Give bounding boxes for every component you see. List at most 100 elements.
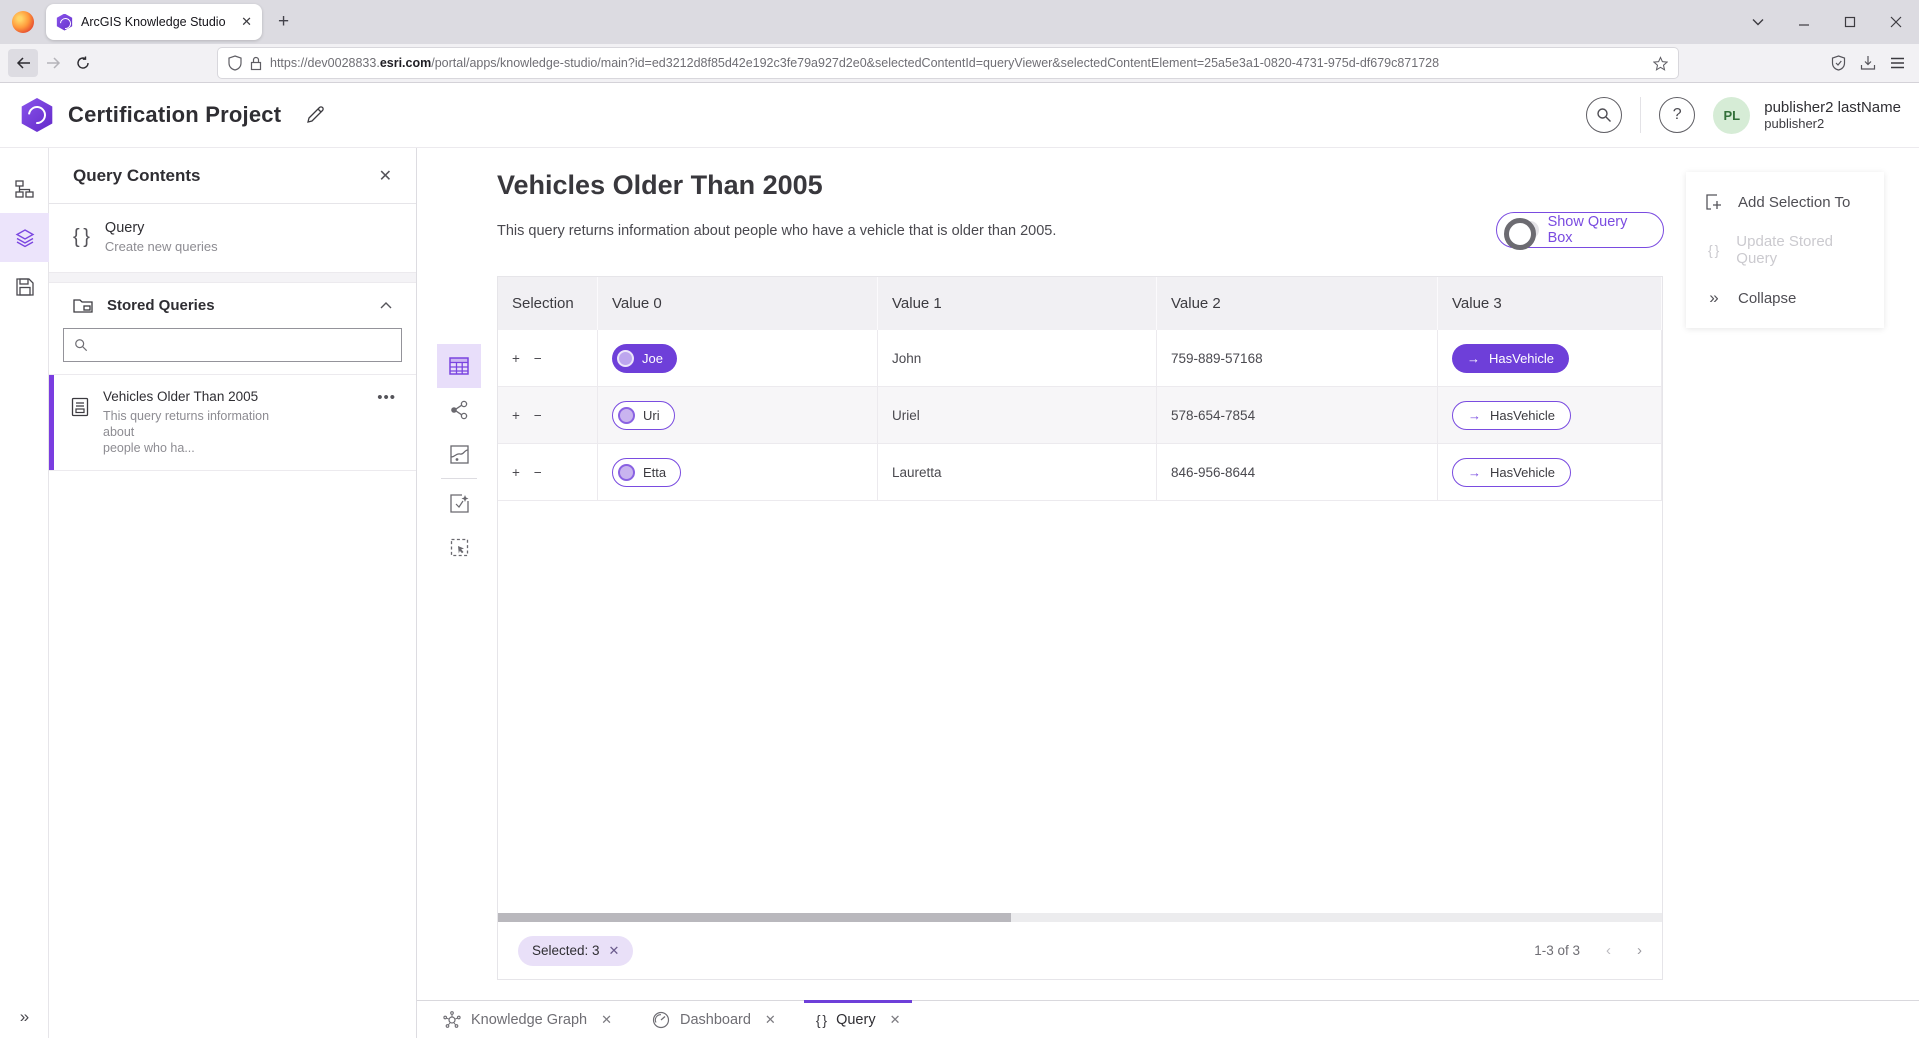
toggle-switch[interactable]: [1505, 221, 1539, 239]
stored-queries-header[interactable]: Stored Queries: [49, 283, 416, 324]
table-header-row: Selection Value 0 Value 1 Value 2 Value …: [498, 277, 1662, 330]
column-header[interactable]: Selection: [498, 277, 598, 330]
user-avatar[interactable]: PL: [1713, 97, 1750, 134]
more-options-icon[interactable]: •••: [377, 389, 396, 456]
panel-close-icon[interactable]: ✕: [379, 166, 392, 186]
window-controls: [1735, 0, 1919, 44]
close-tab-icon[interactable]: ✕: [890, 1012, 901, 1028]
bottom-tab-bar: Knowledge Graph ✕ Dashboard ✕ { } Query …: [417, 1000, 1919, 1038]
expand-selection-button[interactable]: +: [512, 408, 520, 423]
remove-selection-button[interactable]: −: [534, 351, 542, 366]
extensions-tray-icon[interactable]: [1860, 55, 1876, 71]
previous-page-button[interactable]: ‹: [1606, 942, 1611, 959]
project-title: Certification Project: [68, 102, 281, 128]
hamburger-menu-icon[interactable]: [1890, 57, 1905, 69]
browser-tab[interactable]: ArcGIS Knowledge Studio ✕: [46, 4, 262, 40]
add-to-map-button[interactable]: [437, 481, 481, 525]
selected-count-label: Selected: 3: [532, 943, 600, 958]
stored-query-item[interactable]: Vehicles Older Than 2005 This query retu…: [49, 374, 416, 471]
relationship-pill[interactable]: →HasVehicle: [1452, 401, 1571, 430]
column-header[interactable]: Value 0: [598, 277, 878, 330]
relationship-pill[interactable]: →HasVehicle: [1452, 344, 1569, 373]
menu-item-label: Update Stored Query: [1736, 233, 1866, 267]
tab-query[interactable]: { } Query ✕: [796, 1001, 921, 1038]
search-icon: [74, 338, 88, 352]
column-header[interactable]: Value 2: [1157, 277, 1438, 330]
add-to-map-icon: [450, 494, 469, 513]
hierarchy-icon: [15, 180, 34, 198]
bookmark-star-icon[interactable]: [1653, 56, 1668, 71]
cell-value[interactable]: Lauretta: [878, 444, 1157, 501]
lock-icon[interactable]: [250, 56, 262, 71]
firefox-icon[interactable]: [12, 11, 34, 33]
entity-pill[interactable]: Etta: [612, 458, 681, 487]
user-info[interactable]: publisher2 lastName publisher2: [1764, 99, 1901, 131]
account-shield-icon[interactable]: [1831, 55, 1846, 71]
relationship-pill[interactable]: →HasVehicle: [1452, 458, 1571, 487]
cell-value[interactable]: 759-889-57168: [1157, 330, 1438, 387]
table-row[interactable]: +− Etta Lauretta 846-956-8644 →HasVehicl…: [498, 444, 1662, 501]
help-button[interactable]: ?: [1659, 97, 1695, 133]
rail-data-model-button[interactable]: [0, 164, 49, 213]
scrollbar-thumb[interactable]: [498, 913, 1011, 922]
table-row[interactable]: +− Uri Uriel 578-654-7854 →HasVehicle: [498, 387, 1662, 444]
cell-value[interactable]: Uriel: [878, 387, 1157, 444]
search-button[interactable]: [1586, 97, 1622, 133]
close-window-button[interactable]: [1873, 0, 1919, 44]
menu-item-update-stored-query[interactable]: { } Update Stored Query: [1686, 226, 1884, 274]
results-table: Selection Value 0 Value 1 Value 2 Value …: [497, 276, 1663, 980]
entity-pill[interactable]: Joe: [612, 344, 677, 373]
table-row[interactable]: +− Joe John 759-889-57168 →HasVehicle: [498, 330, 1662, 387]
edit-title-pencil-icon[interactable]: [305, 105, 325, 125]
tracking-shield-icon[interactable]: [228, 55, 242, 71]
braces-icon: { }: [816, 1012, 826, 1028]
forward-button[interactable]: [38, 49, 68, 77]
query-list-item[interactable]: { } Query Create new queries: [49, 204, 416, 273]
add-selection-icon: [1705, 193, 1723, 211]
selected-count-chip[interactable]: Selected: 3 ✕: [518, 936, 633, 966]
menu-item-add-selection-to[interactable]: Add Selection To: [1686, 178, 1884, 226]
stored-queries-searchbox[interactable]: [63, 328, 402, 362]
next-page-button[interactable]: ›: [1637, 942, 1642, 959]
remove-selection-button[interactable]: −: [534, 408, 542, 423]
tab-close-icon[interactable]: ✕: [241, 14, 252, 30]
knowledge-studio-logo-icon[interactable]: [20, 98, 54, 132]
expand-selection-button[interactable]: +: [512, 351, 520, 366]
tab-dashboard[interactable]: Dashboard ✕: [632, 1001, 796, 1038]
close-tab-icon[interactable]: ✕: [765, 1012, 776, 1028]
url-field[interactable]: https://dev0028833.esri.com/portal/apps/…: [218, 48, 1678, 78]
cell-value[interactable]: 578-654-7854: [1157, 387, 1438, 444]
remove-selection-button[interactable]: −: [534, 465, 542, 480]
tab-knowledge-graph[interactable]: Knowledge Graph ✕: [423, 1001, 632, 1038]
reload-button[interactable]: [68, 49, 98, 77]
column-header[interactable]: Value 3: [1438, 277, 1662, 330]
chevron-up-icon[interactable]: [380, 302, 392, 309]
minimize-button[interactable]: [1781, 0, 1827, 44]
search-icon: [1596, 107, 1612, 123]
back-button[interactable]: [8, 49, 38, 77]
cell-value[interactable]: John: [878, 330, 1157, 387]
clear-selection-icon[interactable]: ✕: [609, 943, 620, 959]
search-input[interactable]: [96, 338, 391, 353]
selection-tools-button[interactable]: [437, 525, 481, 569]
close-tab-icon[interactable]: ✕: [601, 1012, 612, 1028]
tab-list-chevron-icon[interactable]: [1735, 0, 1781, 44]
menu-item-collapse[interactable]: » Collapse: [1686, 274, 1884, 322]
expand-selection-button[interactable]: +: [512, 465, 520, 480]
rail-save-button[interactable]: [0, 262, 49, 311]
expand-rail-button[interactable]: »: [0, 1002, 49, 1032]
show-query-box-toggle[interactable]: Show Query Box: [1496, 212, 1664, 248]
new-tab-button[interactable]: +: [278, 11, 289, 33]
arrow-right-icon: →: [1467, 351, 1480, 366]
restore-button[interactable]: [1827, 0, 1873, 44]
column-header[interactable]: Value 1: [878, 277, 1157, 330]
stored-queries-title: Stored Queries: [107, 297, 366, 314]
view-toolbar: [437, 344, 481, 569]
link-chart-view-button[interactable]: [437, 388, 481, 432]
cell-value[interactable]: 846-956-8644: [1157, 444, 1438, 501]
horizontal-scrollbar[interactable]: [498, 913, 1662, 922]
map-view-button[interactable]: [437, 432, 481, 476]
table-view-button[interactable]: [437, 344, 481, 388]
rail-contents-button[interactable]: [0, 213, 49, 262]
entity-pill[interactable]: Uri: [612, 401, 675, 430]
